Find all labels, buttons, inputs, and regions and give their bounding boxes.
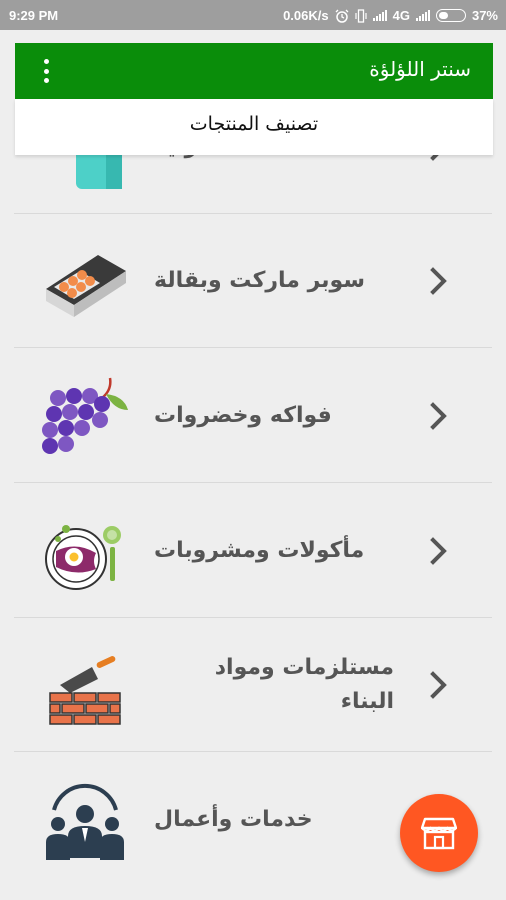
- app-title: سنتر اللؤلؤة: [369, 57, 471, 81]
- chevron-right-icon: [430, 267, 447, 295]
- egg-carton-icon: [46, 255, 126, 317]
- store-icon: [421, 817, 457, 850]
- category-label: سوبر ماركت وبقالة: [154, 268, 365, 293]
- category-label: مأكولات ومشروبات: [154, 538, 365, 563]
- store-fab-button[interactable]: [400, 794, 478, 872]
- category-label: خدمات وأعمال: [154, 807, 313, 832]
- category-item-fruits[interactable]: فواكه وخضروات: [14, 349, 492, 483]
- category-item-building[interactable]: مستلزمات ومواد البناء: [14, 618, 492, 752]
- business-team-icon: [46, 783, 124, 860]
- chevron-right-icon: [430, 402, 447, 430]
- category-label: فواكه وخضروات: [154, 403, 332, 428]
- grapes-icon: [42, 377, 128, 454]
- chevron-right-icon: [430, 537, 447, 565]
- breakfast-plate-icon: [45, 525, 121, 590]
- category-item-food[interactable]: مأكولات ومشروبات: [14, 484, 492, 618]
- section-header: تصنيف المنتجات: [15, 99, 493, 155]
- brick-wall-trowel-icon: [49, 656, 121, 725]
- category-label: مستلزمات ومواد البناء: [214, 655, 394, 714]
- chevron-right-icon: [430, 671, 447, 699]
- section-title: تصنيف المنتجات: [189, 113, 319, 135]
- overflow-menu-icon[interactable]: [41, 59, 51, 83]
- category-item-supermarket[interactable]: سوبر ماركت وبقالة: [14, 214, 492, 348]
- app-bar: سنتر اللؤلؤة: [15, 43, 493, 99]
